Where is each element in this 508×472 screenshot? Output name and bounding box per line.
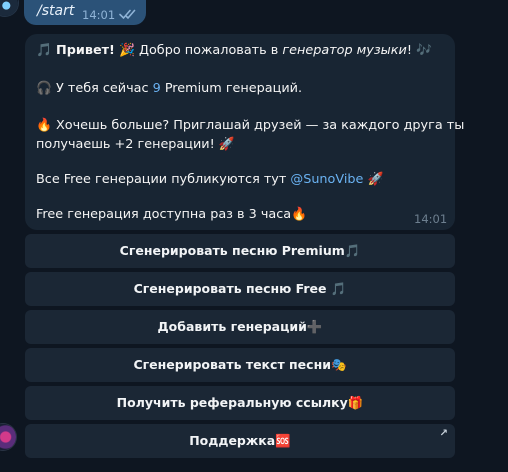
- add-generations-button[interactable]: Добавить генераций➕: [25, 310, 455, 344]
- outgoing-message-text: /start: [37, 3, 75, 19]
- message-line-welcome: 🎵 Привет! 🎉 Добро пожаловать в генератор…: [36, 43, 432, 58]
- generate-premium-button[interactable]: Сгенерировать песню Premium🎵: [25, 234, 455, 268]
- headphones-icon: 🎧: [36, 81, 52, 96]
- add-generations-label: Добавить генераций➕: [157, 319, 323, 334]
- welcome-text: Добро пожаловать в: [134, 43, 283, 58]
- user-avatar[interactable]: [0, 0, 18, 16]
- generate-free-label: Сгенерировать песню Free 🎵: [133, 281, 347, 296]
- balance-pre: У тебя сейчас: [51, 81, 153, 96]
- party-icon: 🎉: [118, 43, 135, 58]
- message-line-balance: 🎧 У тебя сейчас 9 Premium генераций.: [36, 81, 302, 96]
- incoming-message-time: 14:01: [414, 212, 448, 226]
- welcome-end: ! 🎶: [406, 43, 432, 58]
- generate-lyrics-button[interactable]: Сгенерировать текст песни🎭: [25, 348, 455, 382]
- message-line-bonus: получаешь +2 генерации! 🚀: [36, 137, 235, 152]
- note-icon: 🎵: [36, 43, 52, 58]
- balance-number: 9: [152, 81, 161, 96]
- support-label: Поддержка🆘: [189, 433, 291, 448]
- referral-link-button[interactable]: Получить реферальную ссылку🎁: [25, 386, 455, 420]
- bonus-text: получаешь +2 генерации! 🚀: [36, 137, 235, 152]
- invite-text: Хочешь больше? Приглашай друзей — за каж…: [51, 118, 465, 133]
- greeting-bold: Привет!: [56, 43, 115, 58]
- channel-pre: Все Free генерации публикуются тут: [36, 172, 291, 187]
- message-line-channel: Все Free генерации публикуются тут @Suno…: [36, 172, 383, 187]
- double-check-icon: [119, 9, 136, 20]
- external-link-icon: ↗: [439, 428, 448, 439]
- outgoing-message-time: 14:01: [82, 8, 116, 22]
- message-line-free: Free генерация доступна раз в 3 часа🔥: [36, 207, 307, 222]
- balance-post: Premium генераций.: [160, 81, 303, 96]
- generate-premium-label: Сгенерировать песню Premium🎵: [119, 243, 361, 258]
- referral-link-label: Получить реферальную ссылку🎁: [116, 395, 364, 410]
- channel-link[interactable]: @SunoVibe: [290, 172, 363, 187]
- generate-free-button[interactable]: Сгенерировать песню Free 🎵: [25, 272, 455, 306]
- generate-lyrics-label: Сгенерировать текст песни🎭: [133, 357, 347, 372]
- generator-italic: генератор музыки: [282, 43, 407, 58]
- support-button[interactable]: Поддержка🆘 ↗: [25, 424, 455, 458]
- bot-avatar[interactable]: [0, 424, 16, 450]
- fire-icon: 🔥: [36, 118, 52, 133]
- channel-end: 🚀: [363, 172, 384, 187]
- free-text: Free генерация доступна раз в 3 часа🔥: [36, 207, 308, 222]
- message-line-invite: 🔥 Хочешь больше? Приглашай друзей — за к…: [36, 118, 464, 133]
- chat-area: /start 14:01 🎵 Привет! 🎉 Добро пожаловат…: [0, 0, 508, 472]
